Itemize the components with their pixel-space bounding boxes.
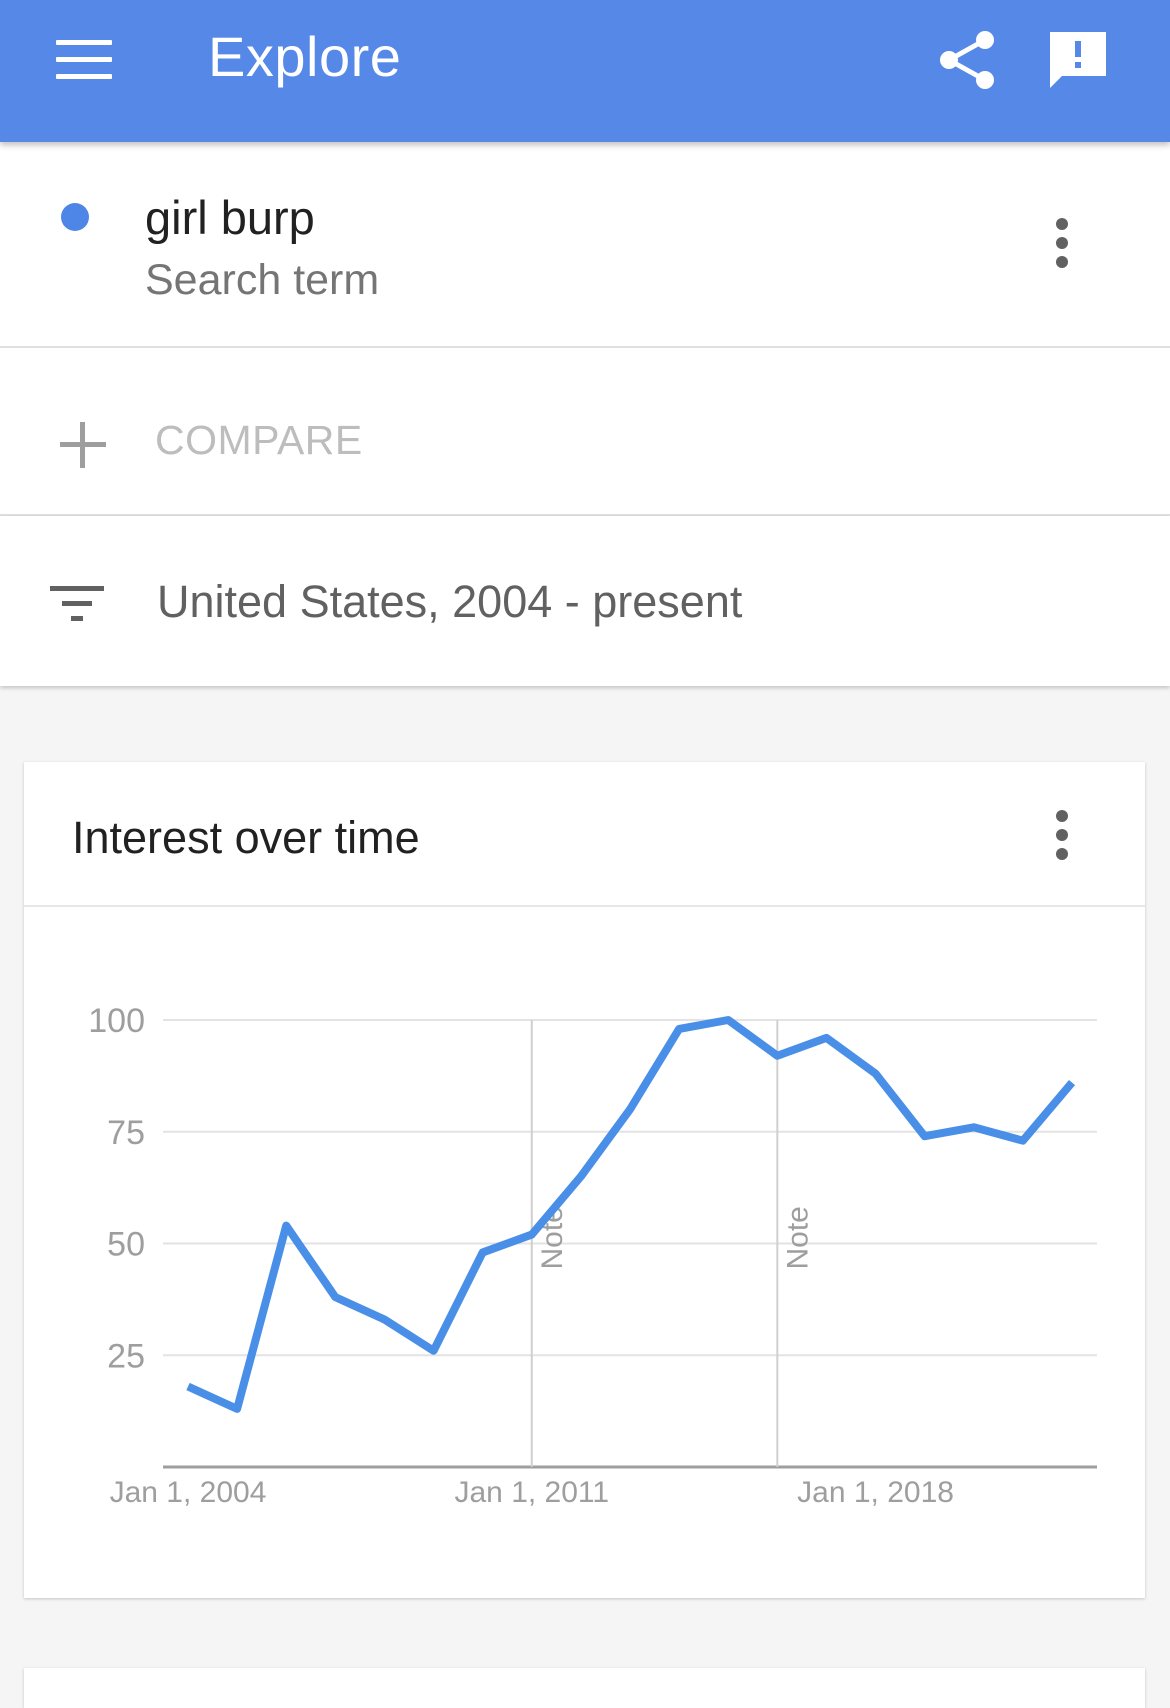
series-line xyxy=(188,1020,1072,1409)
interest-over-time-card: Interest over time 255075100NoteNoteJan … xyxy=(24,762,1145,1598)
y-tick-label: 75 xyxy=(107,1114,145,1152)
menu-icon[interactable] xyxy=(56,40,112,80)
y-tick-label: 50 xyxy=(107,1226,145,1264)
x-tick-label: Jan 1, 2018 xyxy=(797,1476,954,1509)
feedback-icon[interactable] xyxy=(1046,28,1110,92)
x-tick-label: Jan 1, 2011 xyxy=(454,1476,609,1509)
y-tick-label: 25 xyxy=(107,1337,145,1375)
page-title: Explore xyxy=(208,22,401,92)
share-icon[interactable] xyxy=(935,28,999,92)
interest-chart: 255075100NoteNoteJan 1, 2004Jan 1, 2011J… xyxy=(0,0,1170,1684)
app-bar: Explore xyxy=(0,0,1170,142)
next-card xyxy=(24,1668,1145,1708)
y-tick-label: 100 xyxy=(88,1002,145,1040)
note-label: Note xyxy=(781,1206,814,1269)
x-tick-label: Jan 1, 2004 xyxy=(110,1476,267,1509)
